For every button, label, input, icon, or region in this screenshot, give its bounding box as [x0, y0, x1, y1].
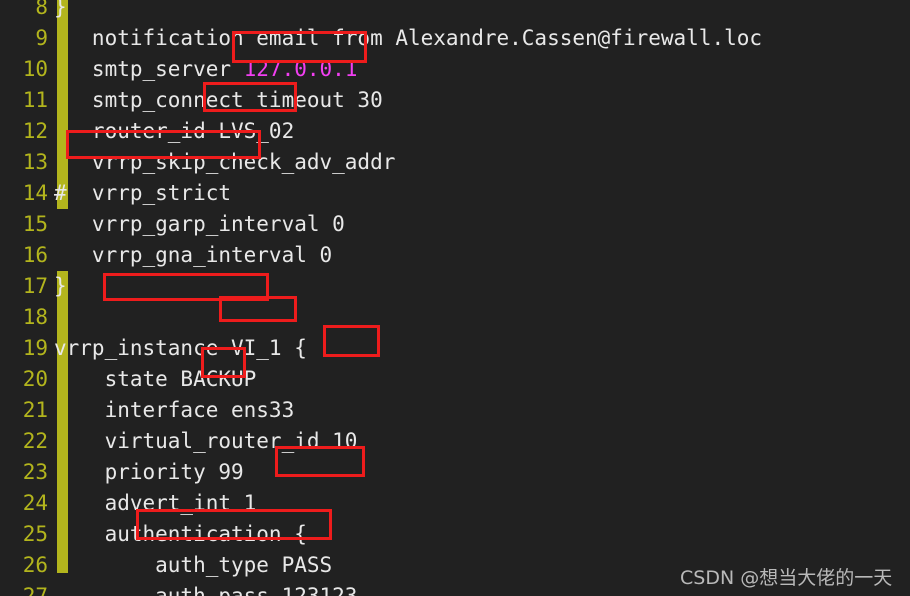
watermark: CSDN @想当大佬的一天 [680, 567, 893, 589]
line-number: 19 [22, 336, 48, 360]
line-text: advert_int 1 [54, 491, 257, 515]
line-number: 10 [22, 57, 48, 81]
line-text: vrrp_instance VI_1 { [54, 336, 307, 360]
code-line[interactable]: 23 priority 99 [0, 457, 910, 488]
code-line[interactable]: 18 [0, 302, 910, 333]
code-line[interactable]: 9 notification email from Alexandre.Cass… [0, 23, 910, 54]
line-text: vrrp_gna_interval 0 [54, 243, 333, 267]
code-line[interactable]: 15 vrrp_garp_interval 0 [0, 209, 910, 240]
line-text: auth_type PASS [54, 553, 333, 577]
line-number: 12 [22, 119, 48, 143]
code-line[interactable]: 16 vrrp_gna_interval 0 [0, 240, 910, 271]
code-line[interactable]: 8} [0, 0, 910, 23]
code-line[interactable]: 20 state BACKUP [0, 364, 910, 395]
line-text: } [54, 0, 67, 19]
line-number: 13 [22, 150, 48, 174]
code-line[interactable]: 21 interface ens33 [0, 395, 910, 426]
code-line[interactable]: 24 advert_int 1 [0, 488, 910, 519]
line-number: 17 [22, 274, 48, 298]
line-number: 20 [22, 367, 48, 391]
code-line[interactable]: 11 smtp_connect timeout 30 [0, 85, 910, 116]
terminal-editor-screen: 8} 9 notification email from Alexandre.Ca… [0, 0, 910, 596]
line-number: 16 [22, 243, 48, 267]
code-line[interactable]: 17} [0, 271, 910, 302]
line-text-prefix: smtp_server [54, 57, 244, 81]
line-text: authentication { [54, 522, 307, 546]
line-text: state BACKUP [54, 367, 257, 391]
line-number: 8 [35, 0, 48, 19]
line-text: interface ens33 [54, 398, 295, 422]
line-number: 27 [22, 584, 48, 596]
line-text: auth_pass 123123 [54, 584, 358, 596]
line-text: virtual_router_id 10 [54, 429, 358, 453]
line-number: 24 [22, 491, 48, 515]
line-text: notification email from Alexandre.Cassen… [54, 26, 763, 50]
code-line[interactable]: 14 # vrrp_strict [0, 178, 910, 209]
line-number: 15 [22, 212, 48, 236]
line-text: vrrp_garp_interval 0 [54, 212, 345, 236]
line-number: 9 [35, 26, 48, 50]
line-number: 11 [22, 88, 48, 112]
code-line[interactable]: 10 smtp_server 127.0.0.1 [0, 54, 910, 85]
line-number: 14 [22, 181, 48, 205]
code-line[interactable]: 12 router_id LVS_02 [0, 116, 910, 147]
code-line[interactable]: 22 virtual_router_id 10 [0, 426, 910, 457]
line-text: vrrp_skip_check_adv_addr [54, 150, 396, 174]
code-line[interactable]: 25 authentication { [0, 519, 910, 550]
line-number: 25 [22, 522, 48, 546]
code-area[interactable]: 8} 9 notification email from Alexandre.Ca… [0, 0, 910, 596]
line-number: 23 [22, 460, 48, 484]
code-line[interactable]: 13 vrrp_skip_check_adv_addr [0, 147, 910, 178]
line-text: smtp_server 127.0.0.1 [54, 54, 358, 85]
line-number: 26 [22, 553, 48, 577]
line-text: } [54, 274, 67, 298]
line-text: smtp_connect timeout 30 [54, 88, 383, 112]
code-line[interactable]: 19 vrrp_instance VI_1 { [0, 333, 910, 364]
line-text: priority 99 [54, 460, 244, 484]
line-number: 18 [22, 305, 48, 329]
line-text: # vrrp_strict [54, 181, 232, 205]
line-text-value: 127.0.0.1 [243, 57, 358, 81]
line-number: 21 [22, 398, 48, 422]
line-number: 22 [22, 429, 48, 453]
line-text: router_id LVS_02 [54, 119, 295, 143]
